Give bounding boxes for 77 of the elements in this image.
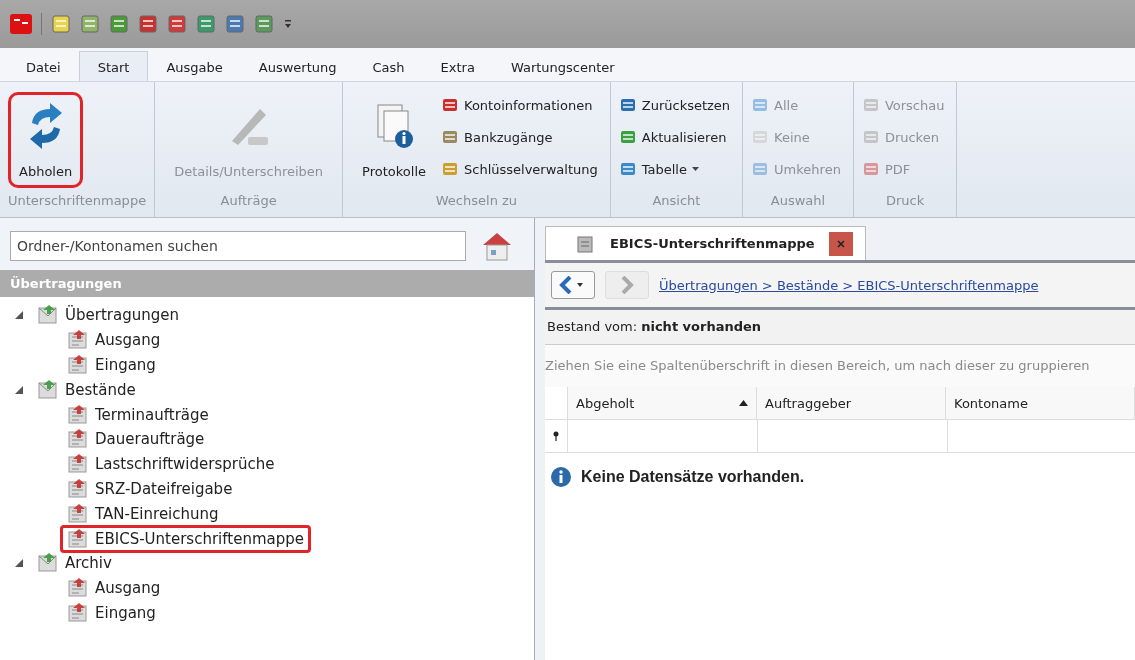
info-icon [551,467,571,487]
back-button[interactable] [551,271,595,299]
toolbar-icon[interactable] [109,14,129,34]
pin-icon [553,431,559,441]
ribbon-item-icon [618,96,637,114]
ribbon-group-label: Wechseln zu [434,192,519,210]
ribbon-tab[interactable]: Ausgabe [148,54,241,81]
section-header: Übertragungen [0,270,534,297]
expand-arrow-icon[interactable] [14,558,24,569]
ribbon-item-icon [751,128,770,146]
ribbon-group-label: Auswahl [769,192,827,210]
toolbar-icon[interactable] [80,14,100,34]
ribbon-tab[interactable]: Auswertung [240,54,355,81]
ribbon-button[interactable]: Protokolle [351,92,437,188]
toolbar-icon[interactable] [196,14,216,34]
document-icon [67,453,89,476]
ribbon-button[interactable]: Bankzugänge [441,124,602,150]
ribbon-item-icon [441,96,459,114]
ribbon-item-icon [861,160,880,178]
ribbon-tab[interactable]: Wartungscenter [492,54,633,81]
document-icon [576,233,596,254]
document-icon [67,527,89,550]
status-text: Bestand vom: nicht vorhanden [545,310,1135,345]
app-logo-icon [10,14,32,34]
folder-icon [37,378,59,401]
document-icon [67,601,89,624]
document-icon [67,577,89,600]
toolbar-icon[interactable] [225,14,245,34]
empty-message: Keine Datensätze vorhanden. [581,468,805,486]
ribbon-tab[interactable]: Start [78,51,149,81]
ribbon-group-label: Unterschriftenmappe [8,192,147,210]
ribbon-item-icon [618,128,637,146]
document-icon [67,329,89,352]
document-icon [67,354,89,376]
document-icon [67,428,89,451]
toolbar-icon[interactable] [254,14,274,34]
sort-ascending-icon [739,400,748,406]
ribbon-button[interactable]: Schlüsselverwaltung [441,156,602,182]
caret-icon [692,167,699,171]
ribbon-button[interactable]: Abholen [8,92,84,188]
ribbon-tab[interactable]: Extra [422,54,493,81]
document-icon [67,478,89,500]
tree-item[interactable]: EBICS-Unterschriftenmappe [60,524,311,553]
document-icon [67,403,89,426]
close-icon[interactable] [828,231,853,256]
ribbon-item-icon [751,96,770,114]
ribbon-tab[interactable]: Cash [354,54,423,81]
column-header[interactable]: Auftraggeber [757,387,946,419]
expand-arrow-icon[interactable] [14,384,24,395]
group-hint: Ziehen Sie eine Spaltenüberschrift in diesen Bereich, um nach dieser zu gruppieren [545,345,1135,387]
ribbon-item-icon [441,128,459,146]
forward-button[interactable] [605,271,649,299]
ribbon-group-label: Ansicht [651,192,702,210]
ribbon-item-icon [618,160,637,178]
ribbon-button[interactable]: Zurücksetzen [618,92,735,118]
ribbon-item-icon [441,160,459,178]
document-icon [67,502,89,525]
ribbon-group-label: Druck [885,192,926,210]
folder-icon [37,552,59,575]
ribbon-item-icon [861,128,880,146]
ribbon-button[interactable]: Tabelle [618,156,735,182]
folder-icon [37,304,59,327]
toolbar-icon[interactable] [51,14,71,34]
ribbon-tab[interactable]: Datei [8,54,79,81]
ribbon-button[interactable]: Aktualisieren [618,124,735,150]
toolbar-icon[interactable] [138,14,158,34]
expand-arrow-icon[interactable] [14,310,24,321]
ribbon-button[interactable]: Kontoinformationen [441,92,602,118]
column-header[interactable]: Abgeholt [568,387,757,419]
search-field[interactable]: Ordner-/Kontonamen suchen [10,231,466,261]
document-info-icon [374,103,415,149]
toolbar-icon[interactable] [167,14,187,34]
ribbon-item-icon [751,160,770,178]
column-header[interactable]: Kontoname [946,387,1135,419]
document-tab[interactable]: EBICS-Unterschriftenmappe [545,226,866,260]
ribbon-group-label: Aufträge [219,192,278,210]
ribbon-item-icon [861,96,880,114]
